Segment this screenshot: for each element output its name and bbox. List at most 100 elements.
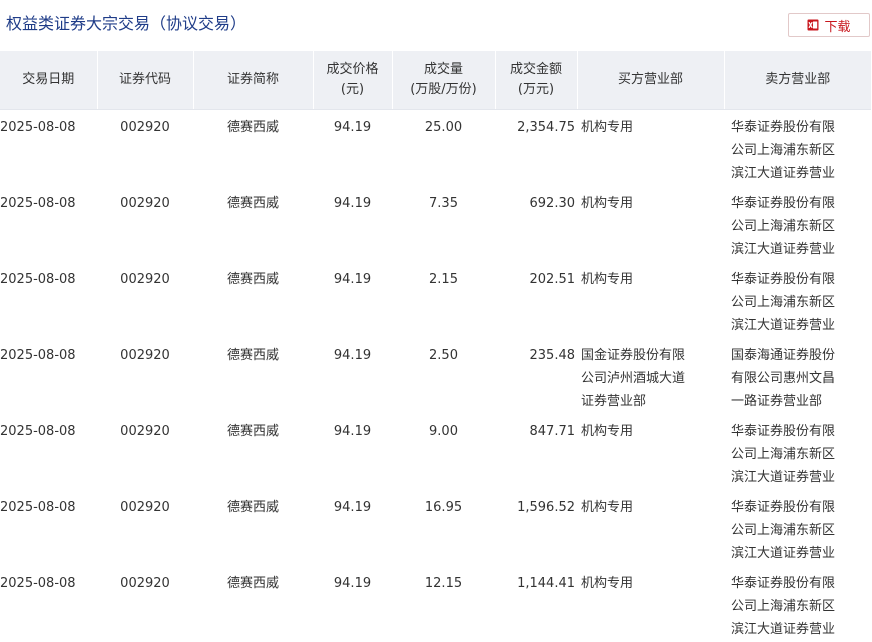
security-name-cell: 德赛西威 xyxy=(193,414,313,490)
table-row: 2025-08-08 002920 德赛西威 94.19 9.00 847.71 机构专用 华… xyxy=(0,414,871,490)
buyer-branch-cell-text: 国金证券股份有限公司泸州酒城大道证券营业部 xyxy=(581,348,686,409)
table-row: 2025-08-08 002920 德赛西威 94.19 7.35 692.30 机构专用 华… xyxy=(0,186,871,262)
amount-cell-text: 1,596.52 xyxy=(517,500,575,515)
security-code-cell: 002920 xyxy=(97,566,193,642)
volume-cell-text: 2.15 xyxy=(429,272,458,287)
buyer-branch-cell: 机构专用 xyxy=(577,414,724,490)
trade-date-cell: 2025-08-08 xyxy=(0,338,97,414)
seller-branch-cell-text: 华泰证券股份有限公司上海浦东新区滨江大道证券营业部 xyxy=(731,576,836,637)
buyer-branch-cell: 机构专用 xyxy=(577,262,724,338)
buyer-branch-cell-text: 机构专用 xyxy=(581,576,634,591)
header-amount[interactable]: 成交金额 (万元) xyxy=(494,51,577,110)
trade-date-cell-text: 2025-08-08 xyxy=(0,272,76,287)
header-label: 卖方营业部 xyxy=(765,72,831,87)
table-row: 2025-08-08 002920 德赛西威 94.19 25.00 2,354.75 机构… xyxy=(0,110,871,187)
volume-cell: 9.00 xyxy=(392,414,495,490)
security-code-cell-text: 002920 xyxy=(120,272,170,287)
security-name-cell-text: 德赛西威 xyxy=(226,500,279,515)
volume-cell: 2.15 xyxy=(392,262,495,338)
security-name-cell: 德赛西威 xyxy=(193,566,313,642)
security-name-cell-text: 德赛西威 xyxy=(226,576,279,591)
security-code-cell-text: 002920 xyxy=(120,576,170,591)
amount-cell-text: 692.30 xyxy=(529,196,576,211)
price-cell-text: 94.19 xyxy=(333,576,372,591)
trade-date-cell-text: 2025-08-08 xyxy=(0,196,76,211)
security-code-cell-text: 002920 xyxy=(120,348,170,363)
volume-cell-text: 16.95 xyxy=(424,500,463,515)
trade-date-cell: 2025-08-08 xyxy=(0,186,97,262)
buyer-branch-cell-text: 机构专用 xyxy=(581,196,634,211)
header-label: 交易日期 xyxy=(22,72,75,87)
seller-branch-cell-text: 华泰证券股份有限公司上海浦东新区滨江大道证券营业部 xyxy=(731,500,836,561)
header-label: 成交量 (万股/万份) xyxy=(410,62,477,97)
header-buyer[interactable]: 买方营业部 xyxy=(576,51,724,110)
amount-cell-text: 847.71 xyxy=(529,424,576,439)
price-cell-text: 94.19 xyxy=(333,424,372,439)
amount-cell: 1,144.41 xyxy=(495,566,577,642)
amount-cell-text: 2,354.75 xyxy=(517,120,575,135)
volume-cell: 12.15 xyxy=(392,566,495,642)
table-row: 2025-08-08 002920 德赛西威 94.19 2.15 202.51 机构专用 华… xyxy=(0,262,871,338)
amount-cell: 847.71 xyxy=(495,414,577,490)
seller-branch-cell: 华泰证券股份有限公司上海浦东新区滨江大道证券营业部 xyxy=(724,110,871,187)
volume-cell: 7.35 xyxy=(392,186,495,262)
amount-cell-text: 1,144.41 xyxy=(517,576,575,591)
header-label: 成交价格 (元) xyxy=(326,62,379,97)
security-code-cell: 002920 xyxy=(97,490,193,566)
table-row: 2025-08-08 002920 德赛西威 94.19 16.95 1,596.52 机构… xyxy=(0,490,871,566)
table-row: 2025-08-08 002920 德赛西威 94.19 12.15 1,144.41 机构… xyxy=(0,566,871,642)
page-title: 权益类证券大宗交易（协议交易） xyxy=(6,14,247,33)
header-volume[interactable]: 成交量 (万股/万份) xyxy=(391,51,495,110)
trade-date-cell: 2025-08-08 xyxy=(0,414,97,490)
buyer-branch-cell-text: 机构专用 xyxy=(581,272,634,287)
seller-branch-cell-text: 华泰证券股份有限公司上海浦东新区滨江大道证券营业部 xyxy=(731,120,836,181)
security-name-cell-text: 德赛西威 xyxy=(226,272,279,287)
header-date[interactable]: 交易日期 xyxy=(0,51,97,110)
volume-cell-text: 2.50 xyxy=(429,348,458,363)
trade-date-cell: 2025-08-08 xyxy=(0,262,97,338)
trade-date-cell: 2025-08-08 xyxy=(0,110,97,187)
price-cell-text: 94.19 xyxy=(333,196,372,211)
trade-date-cell: 2025-08-08 xyxy=(0,566,97,642)
price-cell: 94.19 xyxy=(313,566,392,642)
header-price[interactable]: 成交价格 (元) xyxy=(312,51,392,110)
trade-date-cell: 2025-08-08 xyxy=(0,490,97,566)
seller-branch-cell-text: 华泰证券股份有限公司上海浦东新区滨江大道证券营业部 xyxy=(731,272,836,333)
header-abbr[interactable]: 证券简称 xyxy=(192,51,313,110)
trade-date-cell-text: 2025-08-08 xyxy=(0,120,76,135)
security-name-cell-text: 德赛西威 xyxy=(226,120,279,135)
block-trade-table: 交易日期 证券代码 证券简称 成交价格 (元) 成交量 (万股/万份) 成交金额… xyxy=(0,51,871,642)
security-code-cell-text: 002920 xyxy=(120,120,170,135)
price-cell: 94.19 xyxy=(313,110,392,187)
buyer-branch-cell-text: 机构专用 xyxy=(581,500,634,515)
seller-branch-cell: 华泰证券股份有限公司上海浦东新区滨江大道证券营业部 xyxy=(724,414,871,490)
security-code-cell: 002920 xyxy=(97,338,193,414)
security-code-cell: 002920 xyxy=(97,110,193,187)
download-button[interactable]: 下载 xyxy=(788,13,870,37)
security-name-cell-text: 德赛西威 xyxy=(226,196,279,211)
header-label: 买方营业部 xyxy=(617,72,683,87)
seller-branch-cell: 国泰海通证券股份有限公司惠州文昌一路证券营业部 xyxy=(724,338,871,414)
price-cell-text: 94.19 xyxy=(333,348,372,363)
header-code[interactable]: 证券代码 xyxy=(96,51,193,110)
security-code-cell-text: 002920 xyxy=(120,424,170,439)
amount-cell: 235.48 xyxy=(495,338,577,414)
seller-branch-cell: 华泰证券股份有限公司上海浦东新区滨江大道证券营业部 xyxy=(724,566,871,642)
header-seller[interactable]: 卖方营业部 xyxy=(723,51,871,110)
security-code-cell: 002920 xyxy=(97,414,193,490)
amount-cell: 2,354.75 xyxy=(495,110,577,187)
price-cell-text: 94.19 xyxy=(333,272,372,287)
download-label: 下载 xyxy=(824,19,851,35)
price-cell: 94.19 xyxy=(313,490,392,566)
buyer-branch-cell: 机构专用 xyxy=(577,110,724,187)
seller-branch-cell: 华泰证券股份有限公司上海浦东新区滨江大道证券营业部 xyxy=(724,262,871,338)
buyer-branch-cell-text: 机构专用 xyxy=(581,120,634,135)
buyer-branch-cell: 国金证券股份有限公司泸州酒城大道证券营业部 xyxy=(577,338,724,414)
trade-date-cell-text: 2025-08-08 xyxy=(0,500,76,515)
trade-date-cell-text: 2025-08-08 xyxy=(0,424,76,439)
buyer-branch-cell: 机构专用 xyxy=(577,186,724,262)
amount-cell: 1,596.52 xyxy=(495,490,577,566)
seller-branch-cell: 华泰证券股份有限公司上海浦东新区滨江大道证券营业部 xyxy=(724,490,871,566)
header-label: 证券代码 xyxy=(118,72,171,87)
price-cell-text: 94.19 xyxy=(333,120,372,135)
